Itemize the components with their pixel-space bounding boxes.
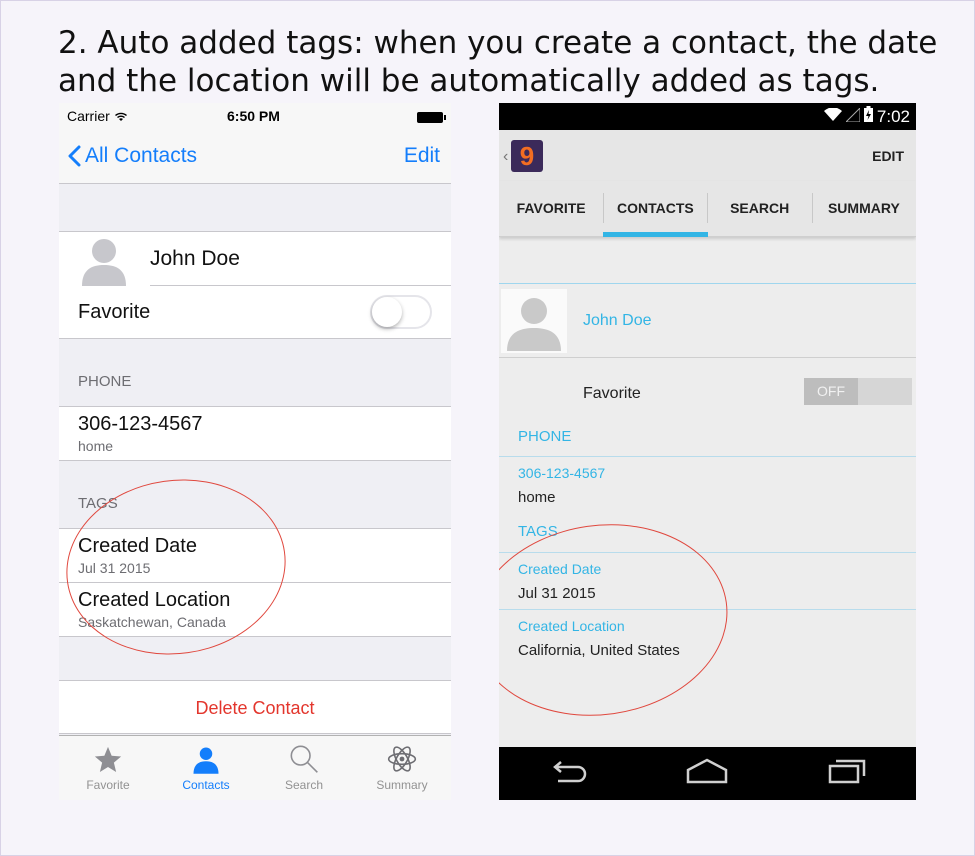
avatar[interactable] bbox=[501, 289, 567, 353]
favorite-switch[interactable]: OFF bbox=[804, 378, 912, 405]
back-icon[interactable] bbox=[548, 759, 588, 788]
phone-number: 306-123-4567 bbox=[78, 413, 203, 435]
tab-label: Search bbox=[284, 778, 324, 792]
ios-navigation-bar: All Contacts Edit bbox=[59, 130, 451, 184]
phone-section-header: PHONE bbox=[518, 428, 572, 445]
ios-spacer bbox=[59, 339, 451, 373]
tag-label: Created Date bbox=[518, 561, 602, 577]
android-tab-strip: FAVORITE CONTACTS SEARCH SUMMARY bbox=[499, 181, 916, 237]
app-logo[interactable]: 9 bbox=[511, 140, 543, 172]
app-logo-text: 9 bbox=[519, 141, 535, 171]
tag-row[interactable]: Created Location California, United Stat… bbox=[499, 610, 916, 666]
favorite-row: Favorite OFF bbox=[499, 358, 916, 428]
ios-screenshot: Carrier 6:50 PM All Contacts Edit John D… bbox=[59, 103, 451, 800]
toggle-knob bbox=[372, 297, 402, 327]
contact-header: John Doe bbox=[59, 232, 451, 286]
tag-label: Created Location bbox=[518, 618, 625, 634]
ios-spacer bbox=[59, 184, 451, 232]
carrier-label: Carrier bbox=[67, 108, 110, 124]
chevron-left-icon bbox=[67, 145, 81, 167]
ios-clock: 6:50 PM bbox=[227, 108, 280, 124]
contact-name[interactable]: John Doe bbox=[583, 312, 652, 330]
tag-value: Jul 31 2015 bbox=[518, 585, 596, 602]
magnifier-icon bbox=[288, 743, 320, 778]
home-icon[interactable] bbox=[685, 758, 729, 789]
tab-search[interactable]: Search bbox=[255, 736, 353, 800]
tab-divider bbox=[812, 193, 813, 223]
delete-contact-button[interactable]: Delete Contact bbox=[59, 680, 451, 734]
battery-charging-icon bbox=[863, 106, 873, 127]
ios-status-bar: Carrier 6:50 PM bbox=[59, 103, 451, 130]
tab-label: Favorite bbox=[86, 778, 130, 792]
tag-value: Saskatchewan, Canada bbox=[78, 614, 226, 630]
tab-contacts[interactable]: Contacts bbox=[157, 736, 255, 800]
edit-button[interactable]: EDIT bbox=[872, 148, 904, 164]
wifi-icon bbox=[114, 108, 128, 124]
star-icon bbox=[93, 745, 123, 778]
ios-contact-card: John Doe Favorite bbox=[59, 232, 451, 339]
android-status-bar: 7:02 bbox=[499, 103, 916, 130]
phone-row[interactable]: 306-123-4567 home bbox=[59, 407, 451, 461]
tab-divider bbox=[603, 193, 604, 223]
phone-number[interactable]: 306-123-4567 bbox=[499, 465, 916, 489]
contact-name[interactable]: John Doe bbox=[150, 247, 240, 271]
tags-section-header: TAGS bbox=[59, 495, 451, 529]
ios-spacer bbox=[59, 637, 451, 680]
edit-button[interactable]: Edit bbox=[404, 144, 440, 168]
android-spacer bbox=[499, 513, 916, 523]
ios-carrier: Carrier bbox=[67, 108, 128, 124]
android-spacer bbox=[499, 457, 916, 465]
tag-row[interactable]: Created Date Jul 31 2015 bbox=[499, 553, 916, 609]
ios-spacer bbox=[59, 461, 451, 495]
up-caret-icon[interactable]: ‹ bbox=[503, 148, 508, 166]
person-icon bbox=[191, 745, 221, 778]
favorite-label: Favorite bbox=[78, 301, 151, 323]
tags-section-header: TAGS bbox=[518, 523, 558, 540]
android-navigation-bar bbox=[499, 747, 916, 800]
tab-summary[interactable]: SUMMARY bbox=[812, 181, 916, 236]
android-spacer bbox=[499, 237, 916, 283]
tab-summary[interactable]: Summary bbox=[353, 736, 451, 800]
switch-thumb: OFF bbox=[804, 378, 858, 405]
tab-favorite[interactable]: Favorite bbox=[59, 736, 157, 800]
tab-search[interactable]: SEARCH bbox=[708, 181, 812, 236]
tag-label: Created Location bbox=[78, 589, 231, 611]
phone-section-header: PHONE bbox=[59, 373, 451, 407]
battery-icon bbox=[417, 112, 446, 123]
back-button-label: All Contacts bbox=[85, 144, 198, 167]
tag-value: California, United States bbox=[518, 642, 680, 659]
back-button[interactable]: All Contacts bbox=[67, 144, 197, 168]
tab-divider bbox=[707, 193, 708, 223]
favorite-toggle[interactable] bbox=[370, 295, 432, 329]
tag-row[interactable]: Created Location Saskatchewan, Canada bbox=[59, 583, 451, 637]
contact-header: John Doe bbox=[499, 284, 916, 357]
avatar[interactable] bbox=[77, 234, 131, 286]
atom-icon bbox=[386, 743, 418, 778]
phone-type: home bbox=[78, 438, 114, 454]
tag-value: Jul 31 2015 bbox=[78, 560, 151, 576]
ios-tab-bar: Favorite Contacts Search Summary bbox=[59, 735, 451, 800]
android-screenshot: 7:02 ‹ 9 EDIT FAVORITE CONTACTS SEARCH S… bbox=[499, 103, 916, 800]
favorite-row: Favorite bbox=[59, 286, 451, 339]
page-heading: 2. Auto added tags: when you create a co… bbox=[58, 25, 938, 99]
tab-contacts[interactable]: CONTACTS bbox=[603, 181, 708, 237]
phone-type: home bbox=[518, 489, 556, 506]
wifi-icon bbox=[823, 106, 842, 127]
android-clock: 7:02 bbox=[876, 106, 910, 126]
signal-icon bbox=[844, 106, 861, 127]
recents-icon[interactable] bbox=[827, 758, 867, 789]
tag-label: Created Date bbox=[78, 535, 197, 557]
favorite-label: Favorite bbox=[583, 385, 641, 402]
tab-label: Contacts bbox=[182, 778, 230, 792]
android-action-bar: ‹ 9 EDIT bbox=[499, 130, 916, 181]
tab-label: Summary bbox=[376, 778, 428, 792]
tab-favorite[interactable]: FAVORITE bbox=[499, 181, 603, 236]
tag-row[interactable]: Created Date Jul 31 2015 bbox=[59, 529, 451, 583]
